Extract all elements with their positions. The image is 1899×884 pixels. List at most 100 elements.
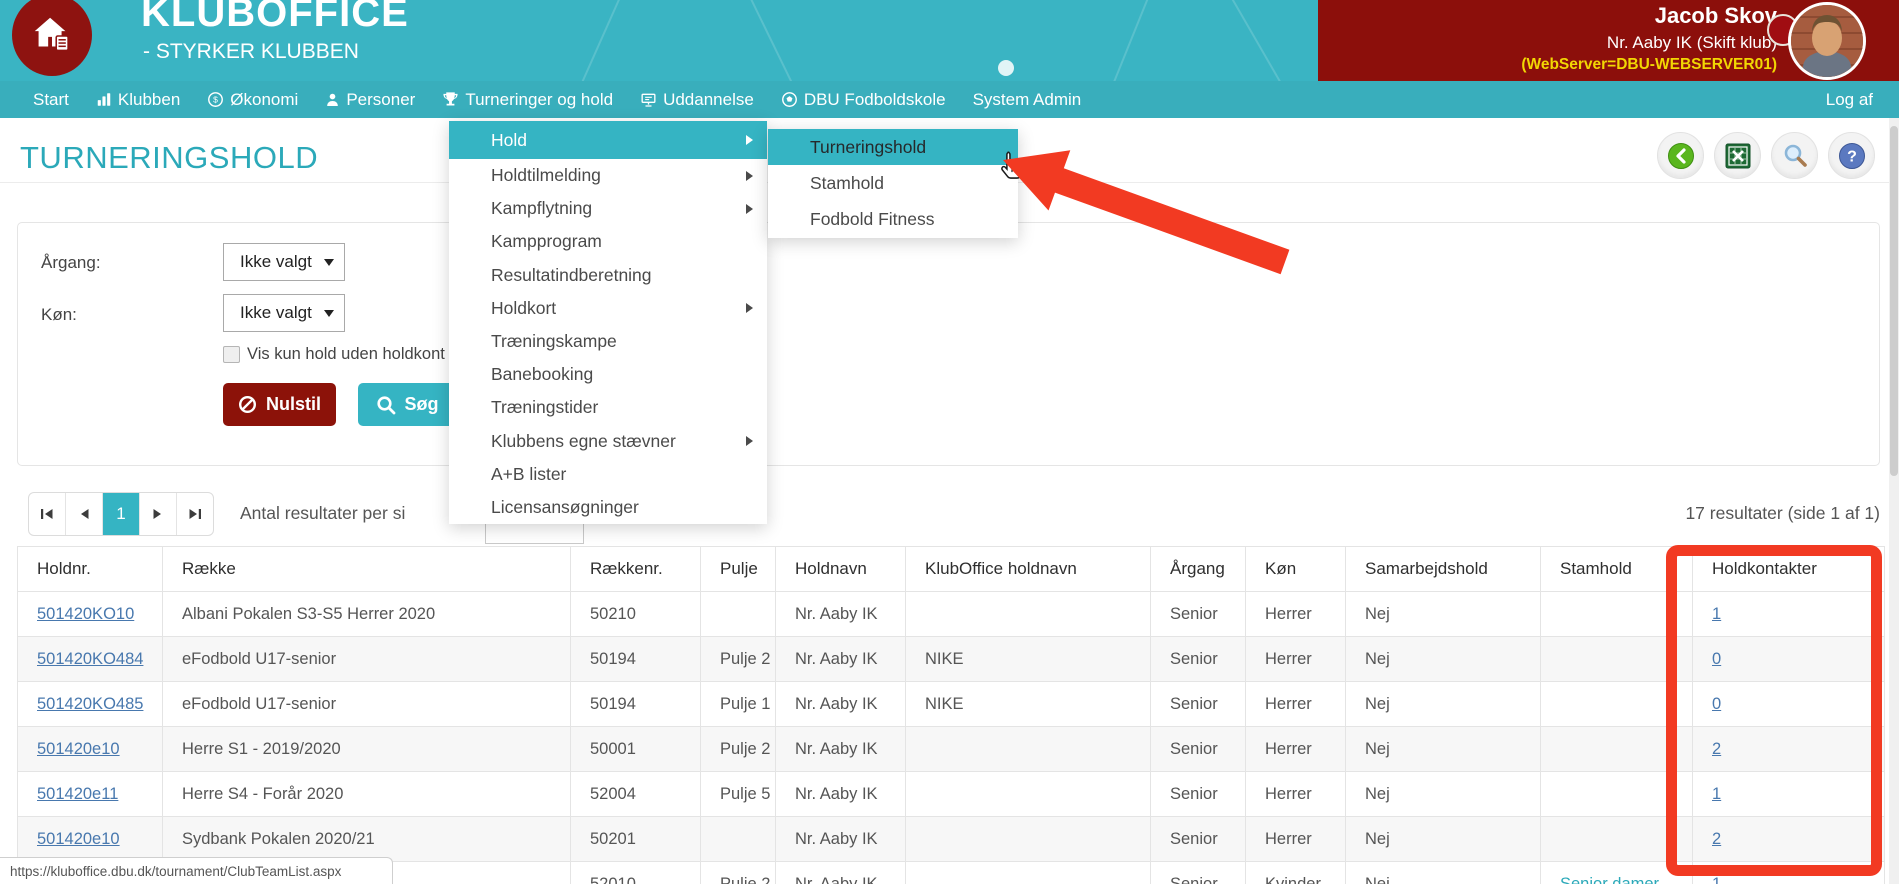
menu-item-banebooking[interactable]: Banebooking bbox=[449, 358, 767, 391]
cell-holdnr[interactable]: 501420e10 bbox=[18, 727, 163, 772]
koen-select[interactable]: Ikke valgt bbox=[223, 294, 345, 332]
search-button[interactable]: Søg bbox=[358, 383, 456, 426]
table-row: 501420e11Herre S4 - Forår 202052004Pulje… bbox=[18, 772, 1885, 817]
cell-r-kkenr: 52010 bbox=[571, 862, 701, 884]
cell-link[interactable]: 2 bbox=[1712, 740, 1721, 758]
menu-item-licensans-gninger[interactable]: Licensansøgninger bbox=[449, 491, 767, 524]
submenu-arrow-icon bbox=[746, 171, 753, 181]
submenu-item-stamhold[interactable]: Stamhold bbox=[768, 165, 1018, 201]
header-decoration bbox=[535, 0, 667, 81]
cell-link[interactable]: 501420e11 bbox=[37, 785, 118, 803]
cell-text: Nr. Aaby IK bbox=[795, 650, 878, 668]
menu-item-holdtilmelding[interactable]: Holdtilmelding bbox=[449, 159, 767, 192]
cell-samarbejdshold: Nej bbox=[1346, 682, 1541, 727]
cell-holdnr[interactable]: 501420KO485 bbox=[18, 682, 163, 727]
pager-first-button[interactable] bbox=[29, 493, 66, 535]
excel-export-button[interactable] bbox=[1714, 132, 1761, 179]
nav-item-label: Uddannelse bbox=[663, 90, 754, 110]
cell-holdkontakter[interactable]: 2 bbox=[1693, 727, 1885, 772]
pager-prev-button[interactable] bbox=[66, 493, 103, 535]
cell-link[interactable]: 501420KO10 bbox=[37, 605, 134, 623]
cell-stamhold[interactable]: Senior damer bbox=[1541, 862, 1693, 884]
nav-item-klubben[interactable]: Klubben bbox=[96, 90, 180, 110]
cell-link[interactable]: 501420e10 bbox=[37, 830, 120, 848]
help-button[interactable]: ? bbox=[1828, 132, 1875, 179]
column-header-stamhold: Stamhold bbox=[1541, 547, 1693, 592]
scrollbar-thumb[interactable] bbox=[1890, 126, 1898, 476]
table-row: 501420KO10Albani Pokalen S3-S5 Herrer 20… bbox=[18, 592, 1885, 637]
nav-item-turneringer-og-hold[interactable]: Turneringer og hold bbox=[442, 90, 613, 110]
no-contacts-checkbox[interactable] bbox=[223, 346, 240, 363]
nav-item-label: DBU Fodboldskole bbox=[804, 90, 946, 110]
nav-item-personer[interactable]: Personer bbox=[325, 90, 415, 110]
cell-r-kkenr: 50001 bbox=[571, 727, 701, 772]
cell-link[interactable]: 501420KO484 bbox=[37, 650, 143, 668]
cell-kluboffice-holdnavn bbox=[906, 772, 1151, 817]
nav-item-system-admin[interactable]: System Admin bbox=[973, 90, 1082, 110]
nav-item-log-af[interactable]: Log af bbox=[1826, 90, 1873, 110]
pager-current-page[interactable]: 1 bbox=[103, 493, 140, 535]
app-header: KLUBOFFICE - STYRKER KLUBBEN Jacob Skov … bbox=[0, 0, 1899, 81]
cell-stamhold bbox=[1541, 772, 1693, 817]
menu-item-kampprogram[interactable]: Kampprogram bbox=[449, 225, 767, 258]
menu-item-hold[interactable]: Hold bbox=[449, 121, 767, 159]
cell-text: 50194 bbox=[590, 650, 636, 668]
cell-holdkontakter[interactable]: 1 bbox=[1693, 772, 1885, 817]
cell-link[interactable]: Senior damer bbox=[1560, 875, 1659, 884]
cell-text: Herrer bbox=[1265, 650, 1312, 668]
filter-panel: Årgang: Ikke valgt Køn: Ikke valgt Vis k… bbox=[17, 222, 1880, 466]
cell-link[interactable]: 1 bbox=[1712, 605, 1721, 623]
reset-button[interactable]: Nulstil bbox=[223, 383, 336, 426]
menu-item-holdkort[interactable]: Holdkort bbox=[449, 292, 767, 325]
cell-holdkontakter[interactable]: 0 bbox=[1693, 637, 1885, 682]
cell-holdkontakter[interactable]: 1 bbox=[1693, 862, 1885, 884]
cell-holdnr[interactable]: 501420e11 bbox=[18, 772, 163, 817]
cell-link[interactable]: 0 bbox=[1712, 695, 1721, 713]
cell-link[interactable]: 0 bbox=[1712, 650, 1721, 668]
search-lens-button[interactable] bbox=[1771, 132, 1818, 179]
results-count: 17 resultater (side 1 af 1) bbox=[1685, 503, 1880, 524]
menu-item-resultatindberetning[interactable]: Resultatindberetning bbox=[449, 259, 767, 292]
cell-holdkontakter[interactable]: 2 bbox=[1693, 817, 1885, 862]
aargang-select[interactable]: Ikke valgt bbox=[223, 243, 345, 281]
menu-item-tr-ningskampe[interactable]: Træningskampe bbox=[449, 325, 767, 358]
user-avatar[interactable] bbox=[1788, 2, 1866, 80]
submenu-item-fodbold-fitness[interactable]: Fodbold Fitness bbox=[768, 202, 1018, 238]
pager-next-button[interactable] bbox=[140, 493, 177, 535]
cell-link[interactable]: 501420e10 bbox=[37, 740, 120, 758]
cell-holdnavn: Nr. Aaby IK bbox=[776, 682, 906, 727]
cell-link[interactable]: 2 bbox=[1712, 830, 1721, 848]
cell-holdnr[interactable]: 501420KO10 bbox=[18, 592, 163, 637]
menu-item-kampflytning[interactable]: Kampflytning bbox=[449, 192, 767, 225]
cell-holdnr[interactable]: 501420KO484 bbox=[18, 637, 163, 682]
cell-holdkontakter[interactable]: 0 bbox=[1693, 682, 1885, 727]
cell-text: Nr. Aaby IK bbox=[795, 875, 878, 884]
cell-link[interactable]: 501420KO485 bbox=[37, 695, 143, 713]
switch-club-link[interactable]: (Skift klub) bbox=[1697, 33, 1777, 52]
trophy-icon bbox=[442, 91, 459, 108]
cell-holdnr[interactable]: 501420e10 bbox=[18, 817, 163, 862]
cell-text: 50201 bbox=[590, 830, 636, 848]
nav-item-konomi[interactable]: $Økonomi bbox=[207, 90, 298, 110]
cell-text: Herrer bbox=[1265, 785, 1312, 803]
cell-text: Herrer bbox=[1265, 695, 1312, 713]
magnifier-icon bbox=[1781, 142, 1809, 170]
cell-text: Sydbank Pokalen 2020/21 bbox=[182, 830, 375, 848]
menu-item-a-b-lister[interactable]: A+B lister bbox=[449, 458, 767, 491]
menu-item-tr-ningstider[interactable]: Træningstider bbox=[449, 391, 767, 424]
cell-link[interactable]: 1 bbox=[1712, 875, 1721, 884]
nav-item-uddannelse[interactable]: Uddannelse bbox=[640, 90, 754, 110]
nav-item-start[interactable]: Start bbox=[33, 90, 69, 110]
table-row: 501420e10Herre S1 - 2019/202050001Pulje … bbox=[18, 727, 1885, 772]
back-button[interactable] bbox=[1657, 132, 1704, 179]
vertical-scrollbar[interactable] bbox=[1889, 118, 1899, 884]
nav-item-dbu-fodboldskole[interactable]: DBU Fodboldskole bbox=[781, 90, 946, 110]
cell-link[interactable]: 1 bbox=[1712, 785, 1721, 803]
menu-item-klubbens-egne-st-vner[interactable]: Klubbens egne stævner bbox=[449, 425, 767, 458]
submenu-item-turneringshold[interactable]: Turneringshold bbox=[768, 129, 1018, 165]
cell-holdkontakter[interactable]: 1 bbox=[1693, 592, 1885, 637]
header-decoration bbox=[1175, 0, 1337, 81]
cell-pulje: Pulje 2 bbox=[701, 727, 776, 772]
menu-item-label: A+B lister bbox=[491, 464, 566, 485]
pager-last-button[interactable] bbox=[177, 493, 213, 535]
